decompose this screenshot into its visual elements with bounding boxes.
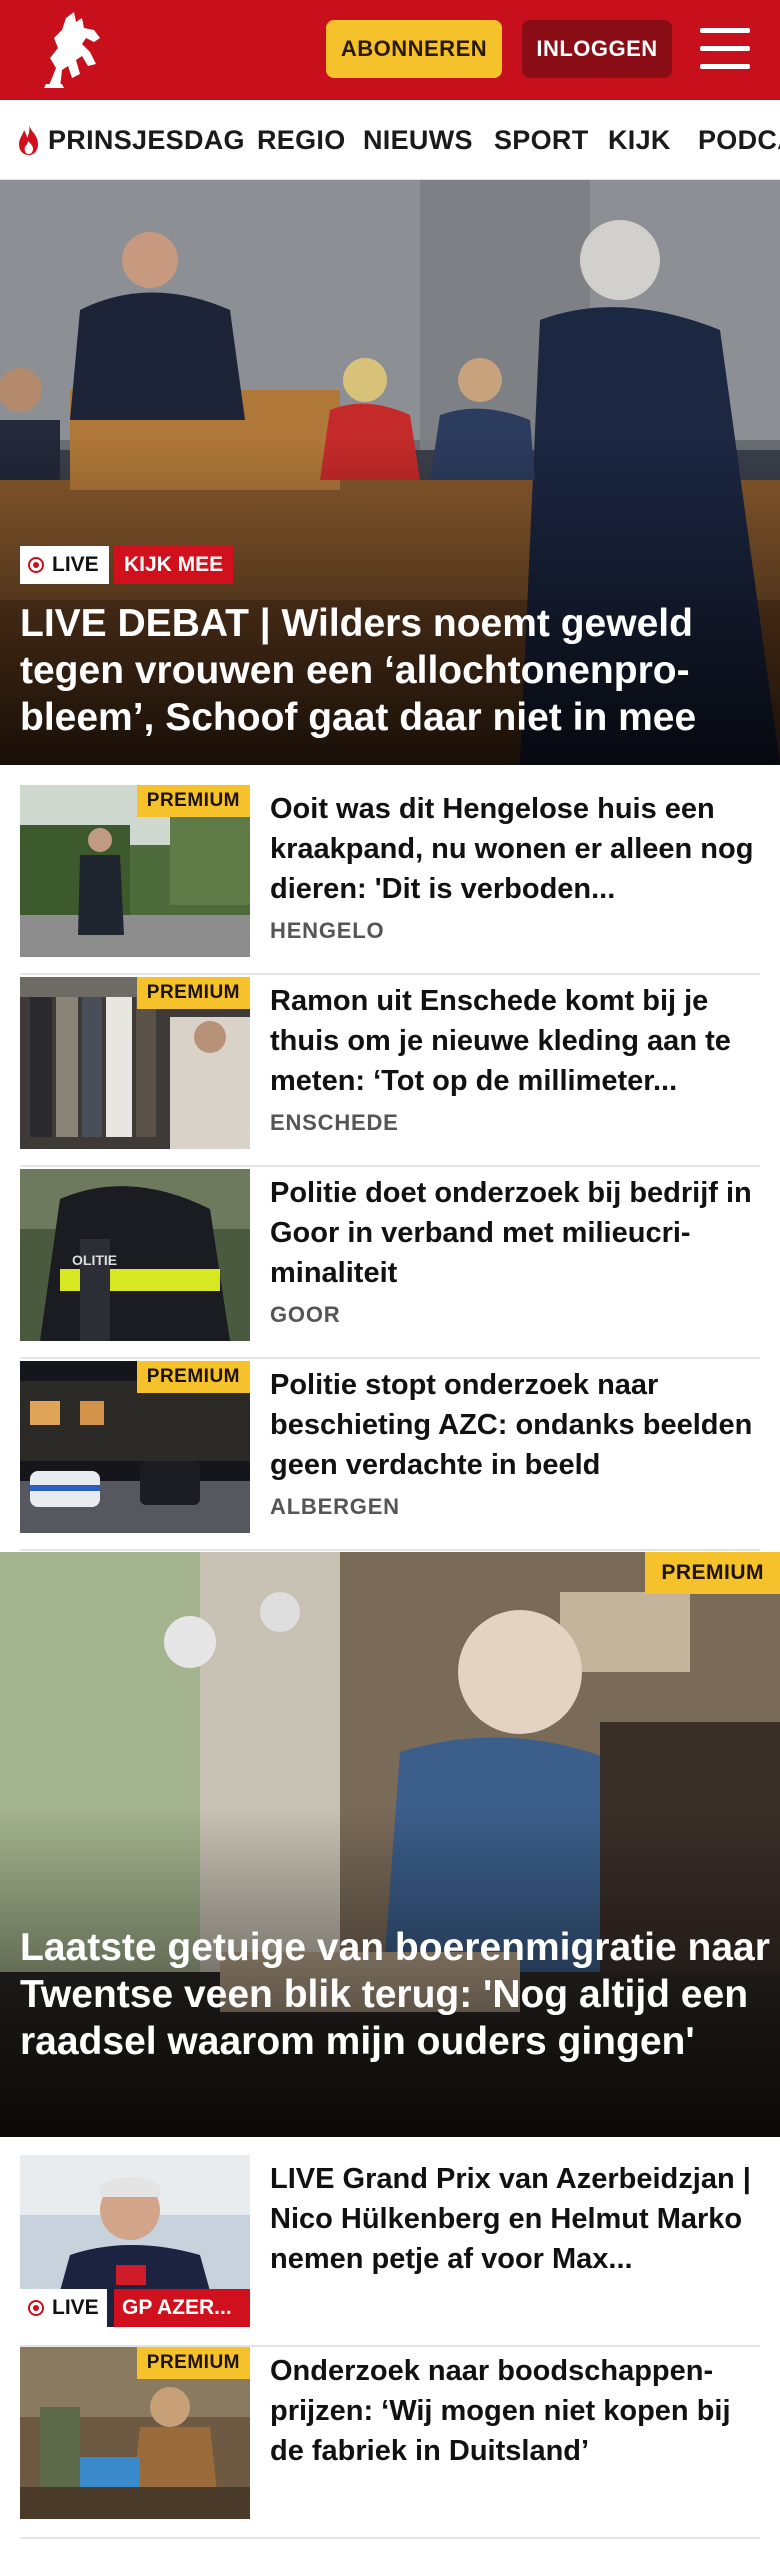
thumbnail-image: PREMIUM [20,1361,250,1533]
nav-item-podcast[interactable]: PODCA [698,100,780,179]
nav-item-kijk[interactable]: KIJK [608,100,671,179]
live-dot-icon [28,2300,44,2316]
article-title[interactable]: Politie doet onderzoek bij bedrijf in Go… [270,1173,760,1293]
premium-badge: PREMIUM [136,2347,250,2379]
nav-item-prinsjesdag[interactable]: PRINSJESDAG [16,100,245,179]
list-item[interactable]: PREMIUM Ramon uit Enschede komt bij je t… [20,977,760,1167]
list-item[interactable]: PREMIUM Politie stopt onderzoek naar bes… [20,1361,760,1551]
premium-badge: PREMIUM [136,977,250,1009]
premium-badge: PREMIUM [645,1552,780,1594]
hero-article[interactable]: LIVE KIJK MEE LIVE DEBAT | Wilders noemt… [0,180,780,765]
article-title[interactable]: Onderzoek naar boodschappen-prijzen: ‘Wi… [270,2351,760,2471]
thumbnail-image: LIVE GP AZER... [20,2155,250,2327]
list-item[interactable]: LIVE GP AZER... LIVE Grand Prix van Azer… [20,2155,760,2347]
list-item[interactable]: OLITIE Politie doet onderzoek bij bedrij… [20,1169,760,1359]
subscribe-button[interactable]: ABONNEREN [326,20,502,78]
article-region: ALBERGEN [270,1494,400,1519]
live-badge: LIVE [20,546,109,584]
nav-item-sport[interactable]: SPORT [494,100,589,179]
article-title[interactable]: Ooit was dit Hengelose huis een kraakpan… [270,789,760,909]
live-dot-icon [28,557,44,573]
live-badge: LIVE [20,2289,107,2327]
hero-headline[interactable]: LIVE DEBAT | Wilders noemt geweld tegen … [20,600,760,741]
thumbnail-image: OLITIE [20,1169,250,1341]
premium-badge: PREMIUM [136,785,250,817]
watch-badge[interactable]: KIJK MEE [114,546,234,584]
thumbnail-image: PREMIUM [20,2347,250,2519]
nav-label-prinsjesdag: PRINSJESDAG [48,124,245,155]
article-title[interactable]: LIVE Grand Prix van Azerbeidzjan | Nico … [270,2159,760,2279]
article-title[interactable]: Politie stopt onderzoek naar beschieting… [270,1365,760,1485]
article-region: GOOR [270,1302,341,1327]
event-badge[interactable]: GP AZER... [114,2289,250,2327]
list-item[interactable]: PREMIUM Ooit was dit Hengelose huis een … [20,785,760,975]
live-label: LIVE [52,553,99,576]
article-region: ENSCHEDE [270,1110,399,1135]
thumbnail-image: PREMIUM [20,785,250,957]
article-region: HENGELO [270,918,385,943]
menu-icon[interactable] [700,26,752,72]
premium-badge: PREMIUM [136,1361,250,1393]
featured-article[interactable]: PREMIUM Laatste getuige van boerenmigrat… [0,1552,780,2137]
thumbnail-image: PREMIUM [20,977,250,1149]
top-header: ABONNEREN INLOGGEN [0,0,780,100]
tubantia-horse-logo[interactable] [36,8,108,92]
featured-headline[interactable]: Laatste getuige van boerenmigratie naar … [20,1924,770,2065]
nav-item-nieuws[interactable]: NIEUWS [363,100,473,179]
svg-text:OLITIE: OLITIE [72,1252,117,1268]
login-button[interactable]: INLOGGEN [522,20,672,78]
section-nav: PRINSJESDAG REGIO NIEUWS SPORT KIJK PODC… [0,100,780,180]
nav-item-regio[interactable]: REGIO [257,100,346,179]
article-title[interactable]: Ramon uit Enschede komt bij je thuis om … [270,981,760,1101]
flame-icon [19,125,38,155]
live-label: LIVE [52,2296,99,2319]
list-item[interactable]: PREMIUM Onderzoek naar boodschappen-prij… [20,2347,760,2539]
